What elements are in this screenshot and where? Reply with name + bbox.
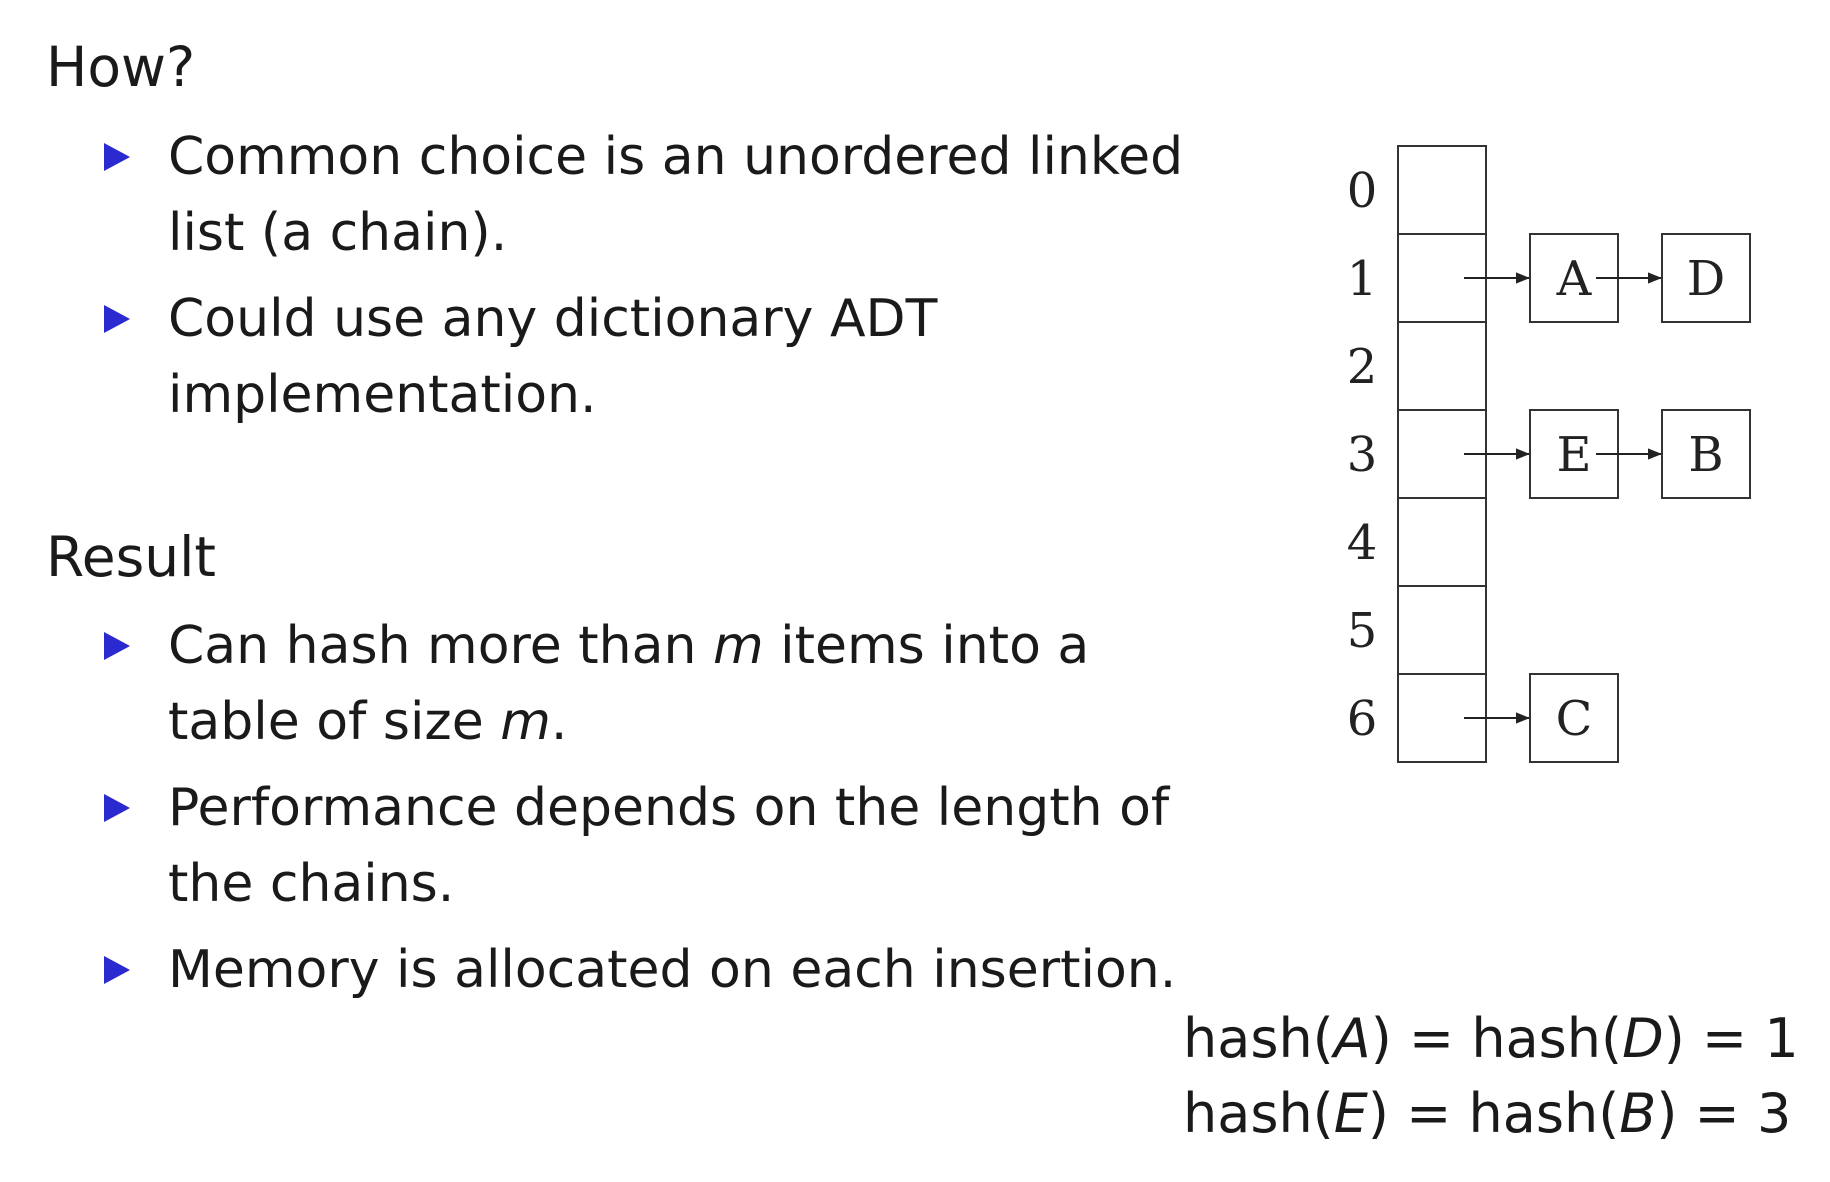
table-slot-4 [1397, 497, 1487, 587]
hash-table-diagram: 0 1 2 3 4 5 6 A D E B C [1347, 145, 1751, 763]
how-bullet-list: Common choice is an unordered linked lis… [104, 119, 1234, 443]
result-bullet-3-text: Memory is allocated on each insertion. [168, 940, 1177, 1000]
how-bullet-1-text: Common choice is an unordered linked lis… [168, 127, 1184, 263]
slot-index-1: 1 [1347, 251, 1378, 307]
hash-value: 1 [1764, 1007, 1799, 1070]
result-bullet-list: Can hash more than m items into a table … [104, 608, 1234, 1018]
hash-value: 3 [1756, 1082, 1792, 1145]
how-heading: How? [46, 35, 196, 99]
result-bullet-3: Memory is allocated on each insertion. [104, 932, 1234, 1008]
table-slot-2 [1397, 321, 1487, 411]
how-bullet-2: Could use any dictionary ADT implementat… [104, 281, 1234, 433]
slot-index-4: 4 [1347, 515, 1378, 571]
slot-index-3: 3 [1347, 427, 1378, 483]
chain-node-label-B: B [1688, 427, 1723, 483]
result-bullet-1: Can hash more than m items into a table … [104, 608, 1234, 760]
slot-index-2: 2 [1347, 339, 1378, 395]
math-var-m: m [500, 692, 551, 752]
chain-node-label-E: E [1556, 427, 1591, 483]
how-bullet-2-text: Could use any dictionary ADT implementat… [168, 289, 938, 425]
result-bullet-1-text: Can hash more than m items into a table … [168, 616, 1090, 752]
table-slot-5 [1397, 585, 1487, 675]
hash-equation-2: hash(E) = hash(B) = 3 [1183, 1082, 1792, 1145]
bullet-triangle-icon [104, 143, 130, 171]
bullet-triangle-icon [104, 632, 130, 660]
result-heading: Result [46, 525, 216, 589]
how-bullet-1: Common choice is an unordered linked lis… [104, 119, 1234, 271]
bullet-triangle-icon [104, 956, 130, 984]
bullet-triangle-icon [104, 794, 130, 822]
slot-index-6: 6 [1347, 691, 1378, 747]
chain-node-label-C: C [1556, 691, 1593, 747]
result-bullet-2: Performance depends on the length of the… [104, 770, 1234, 922]
slot-index-0: 0 [1347, 163, 1378, 219]
bullet-triangle-icon [104, 305, 130, 333]
result-bullet-2-text: Performance depends on the length of the… [168, 778, 1170, 914]
hash-equation-1: hash(A) = hash(D) = 1 [1183, 1007, 1799, 1070]
table-slot-0 [1397, 145, 1487, 235]
math-var-m: m [712, 616, 764, 676]
chain-node-label-D: D [1687, 251, 1725, 307]
chain-node-label-A: A [1556, 251, 1593, 307]
slot-index-5: 5 [1347, 603, 1378, 659]
